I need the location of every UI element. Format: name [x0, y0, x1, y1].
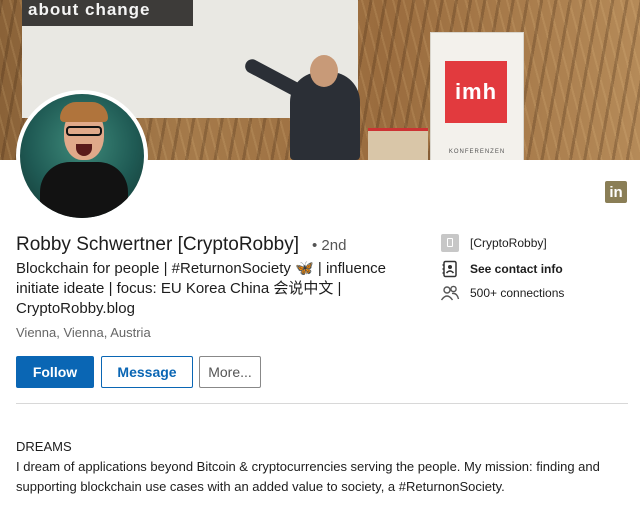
banner-stand: imh KONFERENZEN — [430, 32, 524, 160]
about-text: I dream of applications beyond Bitcoin &… — [16, 459, 600, 494]
avatar-glasses — [66, 126, 102, 136]
avatar-hair — [60, 102, 108, 122]
twitter-link[interactable]: [CryptoRobby] — [440, 233, 547, 253]
profile-headline: Blockchain for people | #ReturnonSociety… — [16, 260, 387, 317]
connections-link[interactable]: 500+ connections — [440, 283, 564, 303]
podium — [368, 128, 428, 160]
profile-location: Vienna, Vienna, Austria — [16, 325, 151, 340]
twitter-icon — [440, 233, 460, 253]
contact-info-label: See contact info — [470, 262, 563, 276]
connection-degree: • 2nd — [312, 237, 347, 254]
connections-count: 500+ connections — [470, 286, 565, 300]
message-button[interactable]: Message — [101, 356, 193, 388]
more-button[interactable]: More... — [199, 356, 261, 388]
avatar-shirt — [40, 162, 128, 218]
linkedin-icon[interactable]: in — [605, 181, 627, 203]
about-title: DREAMS — [16, 439, 72, 454]
divider — [16, 403, 628, 404]
people-icon — [440, 283, 460, 303]
profile-name: Robby Schwertner [CryptoRobby] — [16, 234, 300, 255]
contact-info-link[interactable]: See contact info — [440, 259, 563, 279]
twitter-handle: [CryptoRobby] — [470, 236, 547, 250]
speaker-head — [310, 55, 338, 87]
avatar[interactable] — [20, 94, 144, 218]
screen-text: about change — [22, 0, 193, 26]
contact-card-icon — [440, 259, 460, 279]
stand-logo: imh — [445, 61, 507, 123]
follow-button[interactable]: Follow — [16, 356, 94, 388]
stand-subtitle: KONFERENZEN — [448, 149, 506, 155]
